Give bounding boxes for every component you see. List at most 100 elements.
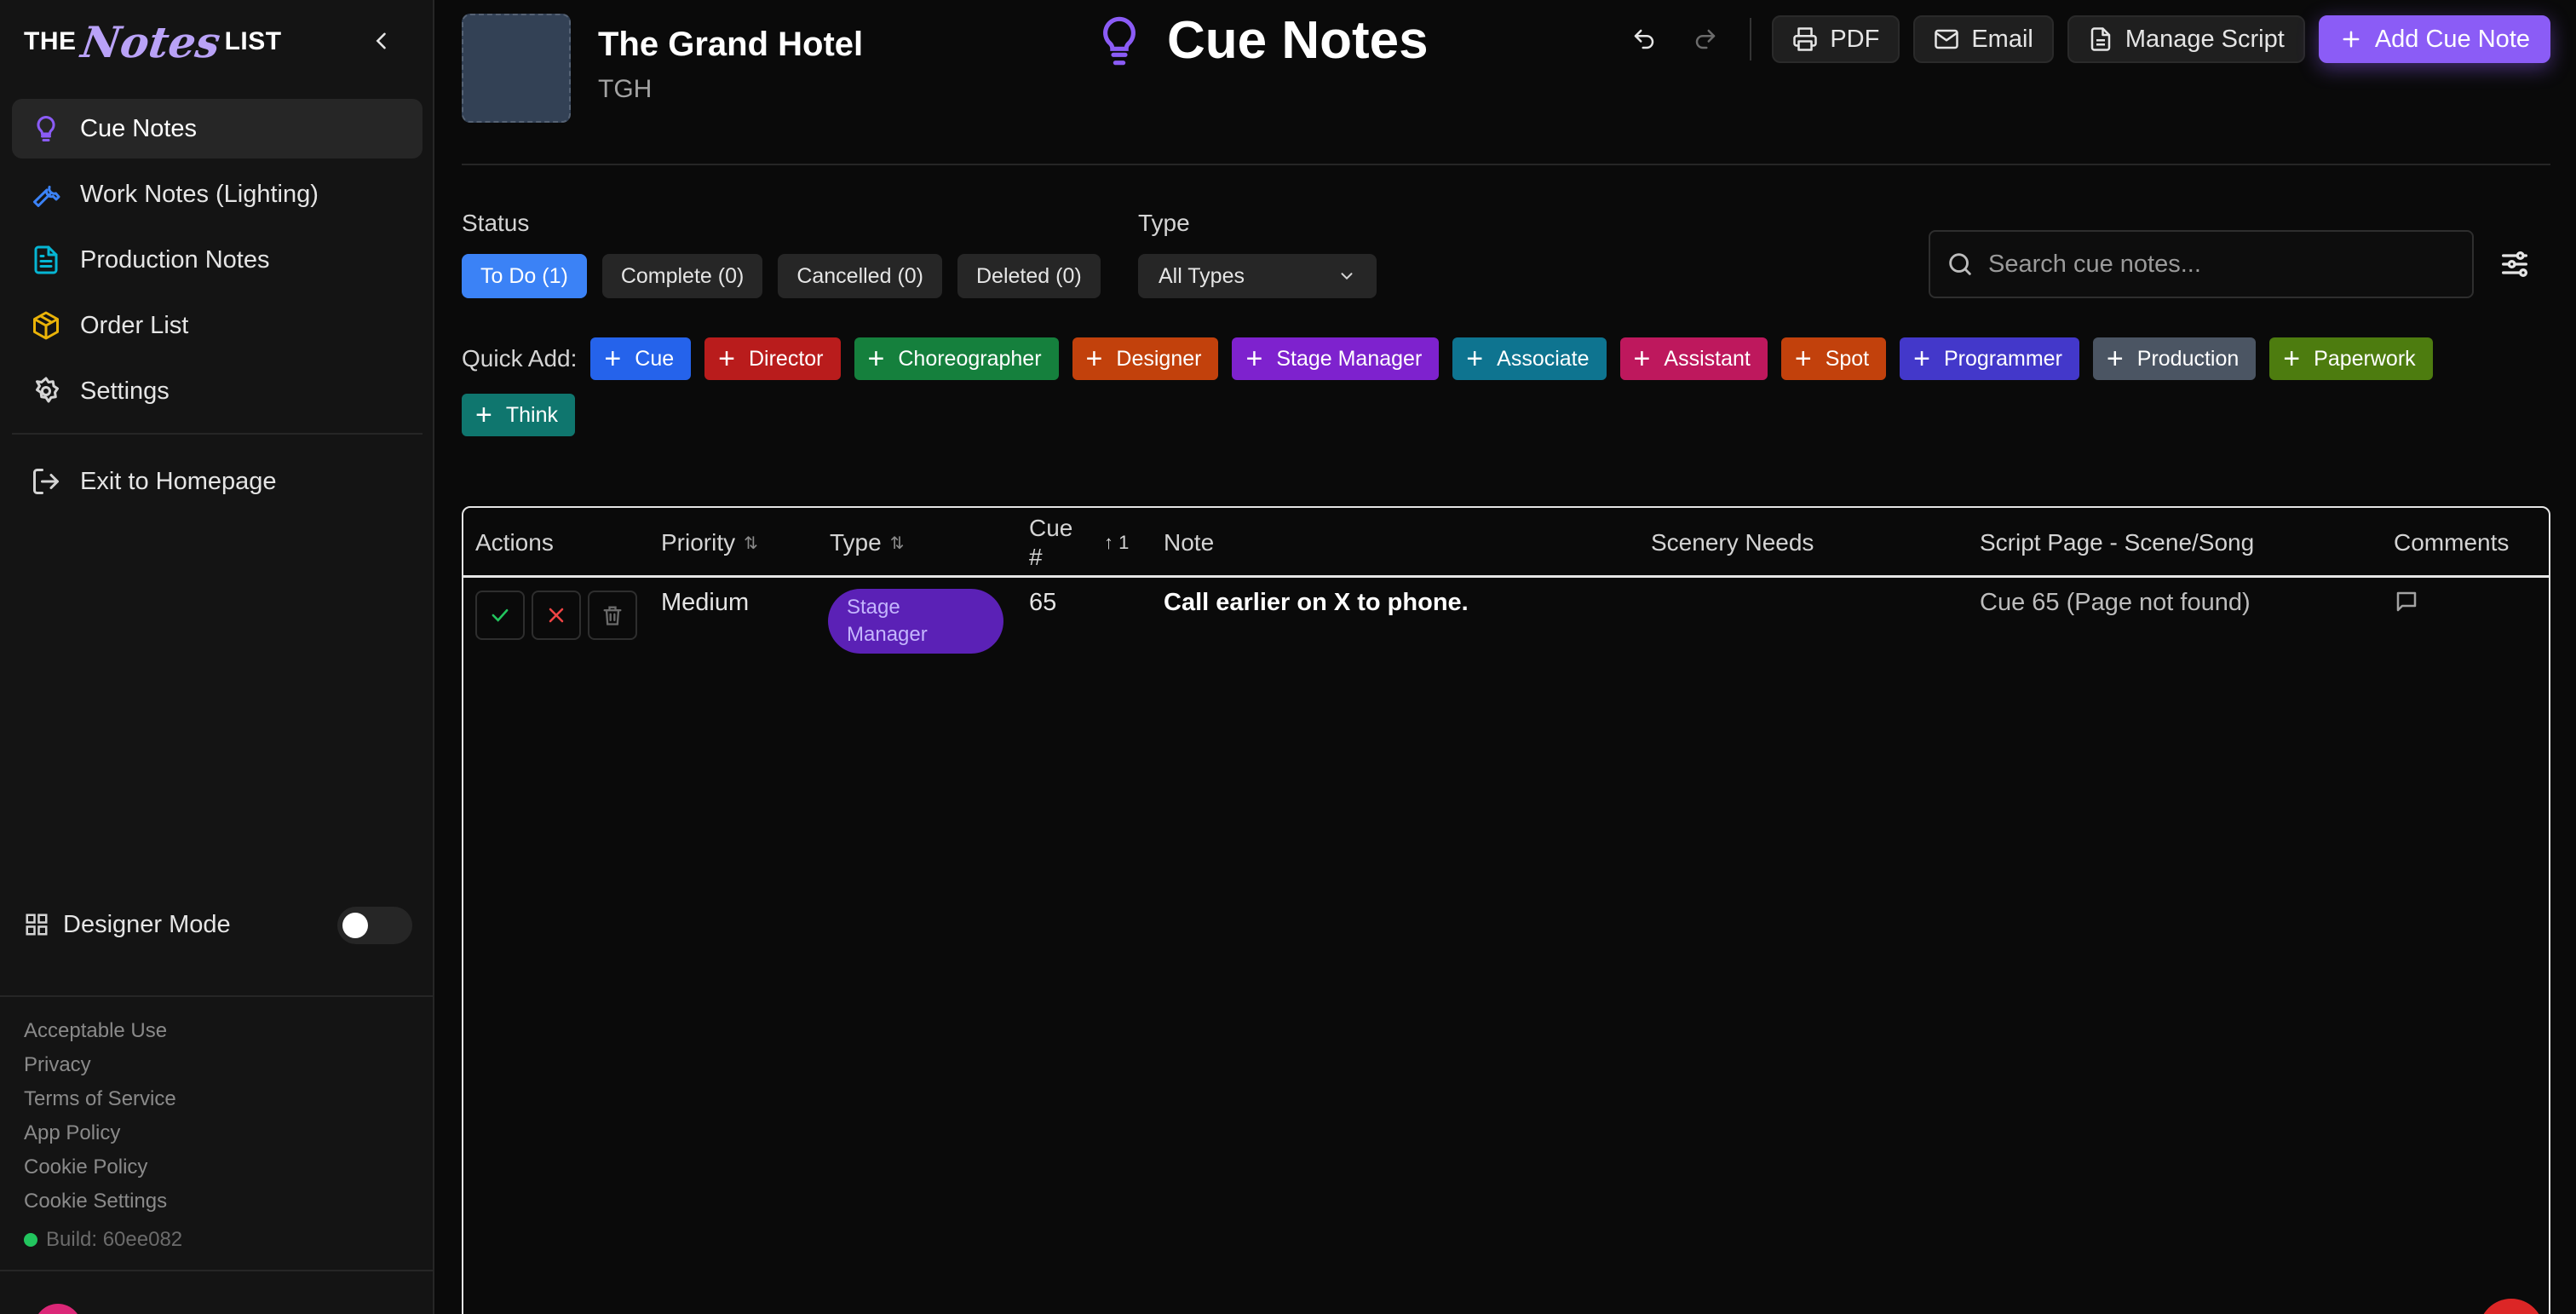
sliders-icon	[2502, 251, 2527, 277]
page-title: Cue Notes	[1167, 11, 1429, 70]
quick-add-spot-button[interactable]: + Spot	[1780, 337, 1887, 380]
priority-cell: Medium	[661, 589, 750, 616]
quick-add-director-button[interactable]: + Director	[704, 337, 841, 380]
plus-icon: +	[1466, 343, 1484, 375]
table-row[interactable]: Medium Stage Manager 65 Call earlier on …	[463, 580, 2549, 657]
sort-asc-indicator: ↑ 1	[1104, 532, 1130, 553]
toolbar: PDF Email Manage Script Add Cue Note	[1620, 15, 2550, 63]
search-box	[1929, 230, 2474, 298]
production-image-placeholder[interactable]	[462, 14, 571, 123]
footer-link-privacy[interactable]: Privacy	[24, 1048, 182, 1082]
column-label: Cue #	[1029, 514, 1072, 572]
quick-add-production-button[interactable]: + Production	[2092, 337, 2257, 380]
footer-link-cookie-settings[interactable]: Cookie Settings	[24, 1184, 182, 1219]
sidebar-item-label: Work Notes (Lighting)	[80, 180, 319, 208]
type-filter-select[interactable]: All Types	[1138, 254, 1377, 298]
add-cue-note-button[interactable]: Add Cue Note	[2318, 15, 2550, 63]
manage-script-button[interactable]: Manage Script	[2067, 15, 2305, 63]
production-title: The Grand Hotel	[598, 26, 864, 63]
column-label-line: #	[1029, 544, 1043, 570]
logo[interactable]: THE Notes LIST	[24, 12, 282, 72]
add-cue-note-button-label: Add Cue Note	[2374, 25, 2530, 53]
sidebar-item-settings[interactable]: Settings	[12, 361, 423, 421]
designer-mode-toggle[interactable]	[337, 907, 412, 944]
plus-icon: +	[1085, 343, 1103, 375]
comment-icon	[2396, 591, 2417, 612]
layout-grid-icon	[26, 913, 48, 936]
quick-add-designer-button[interactable]: + Designer	[1072, 337, 1219, 380]
search-input[interactable]	[1988, 250, 2457, 279]
footer-link-app-policy[interactable]: App Policy	[24, 1116, 182, 1150]
quick-add-think-button[interactable]: + Think	[462, 394, 575, 436]
status-filter-deleted[interactable]: Deleted (0)	[957, 254, 1101, 298]
wrench-icon	[33, 185, 60, 207]
pdf-button-label: PDF	[1830, 25, 1880, 53]
sidebar-item-exit[interactable]: Exit to Homepage	[12, 452, 423, 511]
sidebar-item-label: Exit to Homepage	[80, 467, 277, 495]
quick-add-label-text: Cue	[635, 346, 675, 371]
sidebar-item-production-notes[interactable]: Production Notes	[12, 230, 423, 290]
sidebar-divider	[0, 995, 433, 997]
column-priority[interactable]: Priority ⇅	[661, 508, 758, 578]
column-label-line: Cue	[1029, 515, 1073, 541]
cancel-note-button[interactable]	[532, 591, 581, 640]
status-filter-todo[interactable]: To Do (1)	[462, 254, 587, 298]
package-icon	[33, 311, 59, 340]
footer-link-acceptable-use[interactable]: Acceptable Use	[24, 1014, 182, 1048]
delete-note-button[interactable]	[588, 591, 637, 640]
quick-add-label-text: Associate	[1497, 346, 1590, 371]
sidebar-item-label: Order List	[80, 311, 189, 339]
plus-icon: +	[2106, 343, 2124, 375]
quick-add-programmer-button[interactable]: + Programmer	[1900, 337, 2079, 380]
avatar	[34, 1304, 82, 1314]
mail-icon	[1935, 29, 1959, 49]
pdf-button[interactable]: PDF	[1772, 15, 1900, 63]
quick-add-cue-button[interactable]: + Cue	[590, 337, 692, 380]
script-page-cell: Cue 65 (Page not found)	[1980, 589, 2251, 616]
column-comments: Comments	[2394, 508, 2509, 578]
plus-icon: +	[1913, 343, 1930, 375]
quick-add-label-text: Paperwork	[2314, 346, 2416, 371]
undo-button[interactable]	[1620, 15, 1668, 63]
mark-complete-button[interactable]	[475, 591, 525, 640]
sidebar-item-cue-notes[interactable]: Cue Notes	[12, 99, 423, 158]
column-note: Note	[1164, 508, 1214, 578]
note-cell[interactable]: Call earlier on X to phone.	[1164, 589, 1469, 617]
cue-number-cell: 65	[1029, 589, 1057, 616]
redo-button[interactable]	[1682, 15, 1729, 63]
quick-add-label-text: Production	[2136, 346, 2240, 371]
column-cue-number[interactable]: Cue # ↑ 1	[1029, 508, 1140, 578]
app: THE Notes LIST Cue Notes Work Notes (Lig…	[0, 0, 2576, 1314]
build-label: Build: 60ee082	[46, 1228, 183, 1251]
user-menu[interactable]	[34, 1304, 82, 1314]
quick-add-label-text: Assistant	[1664, 346, 1751, 371]
build-info: Build: 60ee082	[24, 1219, 182, 1261]
email-button[interactable]: Email	[1913, 15, 2054, 63]
printer-icon	[1793, 27, 1818, 51]
quick-add-label: Quick Add:	[462, 345, 578, 372]
undo-icon	[1635, 29, 1654, 49]
sidebar-item-work-notes[interactable]: Work Notes (Lighting)	[12, 164, 423, 224]
status-filter-cancelled[interactable]: Cancelled (0)	[778, 254, 942, 298]
footer-link-terms[interactable]: Terms of Service	[24, 1082, 182, 1116]
comments-button[interactable]	[2394, 589, 2419, 621]
header-divider	[462, 164, 2550, 165]
check-icon	[492, 608, 509, 622]
sort-icon: ⇅	[744, 533, 758, 553]
column-type[interactable]: Type ⇅	[830, 508, 904, 578]
column-scenery-needs: Scenery Needs	[1651, 508, 1814, 578]
sidebar-item-label: Cue Notes	[80, 114, 198, 142]
quick-add-associate-button[interactable]: + Associate	[1452, 337, 1607, 380]
quick-add-choreographer-button[interactable]: + Choreographer	[854, 337, 1059, 380]
status-filter-complete[interactable]: Complete (0)	[601, 254, 763, 298]
plus-icon: +	[604, 343, 622, 375]
footer-link-cookie-policy[interactable]: Cookie Policy	[24, 1150, 182, 1184]
quick-add-assistant-button[interactable]: + Assistant	[1619, 337, 1768, 380]
advanced-filters-button[interactable]	[2498, 247, 2535, 285]
plus-icon: +	[1794, 343, 1812, 375]
quick-add-paperwork-button[interactable]: + Paperwork	[2269, 337, 2433, 380]
collapse-sidebar-button[interactable]	[365, 22, 399, 60]
quick-add-bar: Quick Add: + Cue + Director + Choreographer…	[462, 337, 2550, 436]
sidebar-item-order-list[interactable]: Order List	[12, 296, 423, 355]
quick-add-stage-manager-button[interactable]: + Stage Manager	[1232, 337, 1440, 380]
